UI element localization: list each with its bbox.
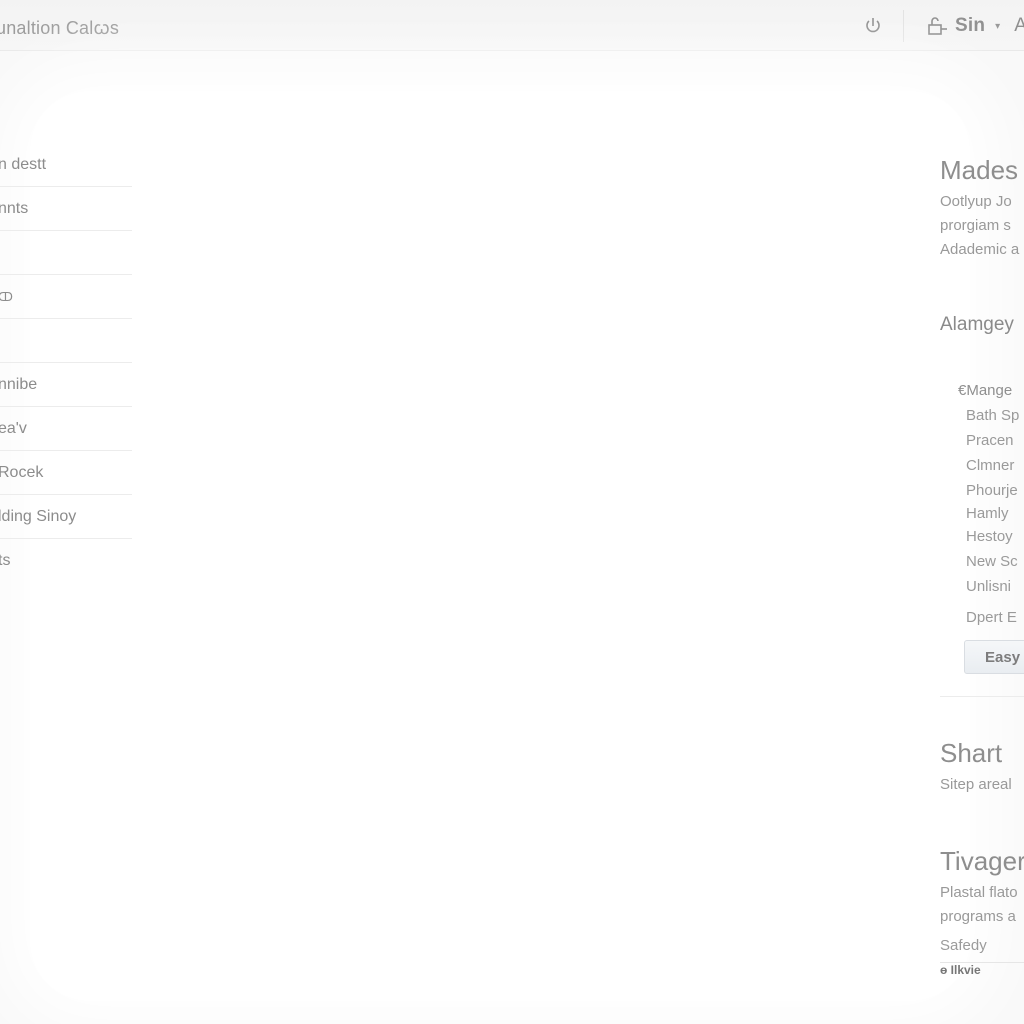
power-icon[interactable]	[864, 15, 882, 35]
sidebar-item-label: nnts	[0, 199, 29, 217]
sidebar-item[interactable]: ea'v	[0, 407, 132, 451]
top-bar: unaltion Calꞷs Sin ▾ A	[0, 0, 1024, 51]
sidebar: n destt nnts ↀ nnibe ea'v Rocek lding Si…	[0, 143, 132, 582]
section-title: Alamgey	[940, 314, 1014, 335]
section-text: Adademic a	[940, 241, 1020, 258]
list-item[interactable]: Phourje	[966, 478, 1024, 501]
sidebar-item[interactable]: nnibe	[0, 363, 132, 407]
list-item[interactable]: Hestoy	[966, 524, 1024, 549]
app-title: unaltion Calꞷs	[0, 18, 120, 38]
lock-icon	[928, 17, 947, 35]
sidebar-item-label: ts	[0, 551, 11, 569]
list-item[interactable]: Bath Sp	[966, 403, 1024, 428]
sidebar-item-label: nnibe	[0, 375, 38, 393]
user-extra-label: A	[1014, 15, 1024, 36]
sidebar-item[interactable]: n destt	[0, 143, 132, 187]
list-item[interactable]: Clmner	[966, 453, 1024, 478]
section-title: Shart	[940, 738, 1003, 768]
footer-text: ө Ilkvie	[940, 963, 981, 977]
list-item[interactable]: Dpert E	[966, 605, 1024, 630]
sidebar-item[interactable]: nnts	[0, 187, 132, 231]
sidebar-item[interactable]: ts	[0, 539, 132, 582]
sidebar-item[interactable]: ↀ	[0, 275, 132, 319]
sidebar-item-label: ↀ	[0, 290, 13, 304]
section-subtitle: Safedy	[940, 937, 987, 954]
user-menu[interactable]: Sin ▾ A	[927, 12, 1024, 40]
right-panel: Mades Ootlyup Jo prorgiam s Adademic a A…	[940, 150, 1024, 977]
easy-button[interactable]: Easy r	[964, 640, 1024, 674]
section-text: Sitep areal	[940, 776, 1012, 793]
section-text: Plastal flato	[940, 884, 1018, 901]
sidebar-item-label: Rocek	[0, 463, 44, 481]
section-text: programs a	[940, 908, 1016, 925]
section-title: Mades	[940, 155, 1019, 185]
sidebar-item-label: lding Sinoy	[0, 507, 77, 525]
sidebar-item-label: n destt	[0, 155, 47, 173]
main-canvas	[30, 91, 970, 1001]
list-item[interactable]: Unlisni	[966, 574, 1024, 599]
sidebar-item-label: ea'v	[0, 419, 27, 437]
section-text: Ootlyup Jo	[940, 193, 1012, 210]
section-divider	[940, 696, 1024, 697]
workspace	[0, 51, 1024, 1024]
list-item[interactable]: Pracen	[966, 428, 1024, 453]
section-text: prorgiam s	[940, 217, 1011, 234]
topbar-divider	[903, 10, 904, 42]
sidebar-item[interactable]: lding Sinoy	[0, 495, 132, 539]
sidebar-item[interactable]	[0, 231, 132, 275]
sidebar-item[interactable]: Rocek	[0, 451, 132, 495]
section-title: Tivager	[940, 846, 1024, 876]
option-list: €Mange Bath Sp Pracen Clmner Phourje Ham…	[940, 378, 1024, 630]
list-item[interactable]: Hamly	[966, 501, 1024, 524]
list-item[interactable]: New Sc	[966, 549, 1024, 574]
chevron-down-icon: ▾	[995, 20, 1001, 32]
user-name: Sin	[955, 15, 986, 36]
list-item[interactable]: €Mange	[958, 378, 1024, 403]
sidebar-item[interactable]	[0, 319, 132, 363]
